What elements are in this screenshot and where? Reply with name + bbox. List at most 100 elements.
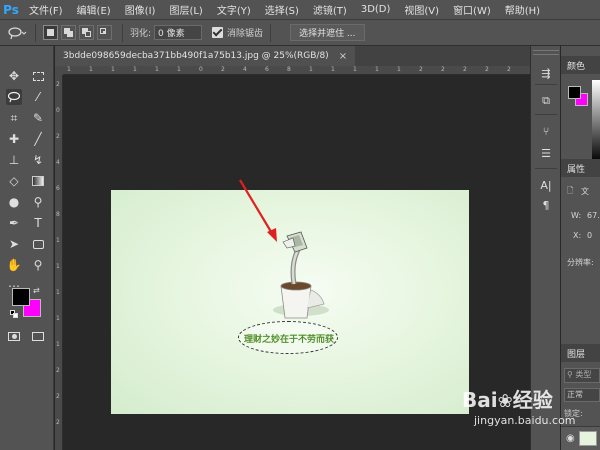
zoom-tool-icon[interactable]: ⚲ [30, 257, 46, 273]
ruler-tick-label: 2 [56, 393, 60, 400]
menu-select[interactable]: 选择(S) [258, 2, 306, 17]
magic-wand-tool-icon[interactable]: ⁄ [30, 89, 46, 105]
ruler-tick-label: 2 [507, 66, 511, 73]
history-panel-icon[interactable]: ⇶ [539, 66, 553, 80]
dodge-tool-icon[interactable]: ⚲ [30, 194, 46, 210]
menu-3d[interactable]: 3D(D) [354, 4, 398, 15]
eraser-tool-icon[interactable]: ◇ [6, 173, 22, 189]
ruler-tick-label: 1 [56, 237, 60, 244]
crop-tool-icon[interactable]: ⌗ [6, 110, 22, 126]
baidu-logo-suffix: 经验 [512, 388, 553, 412]
ruler-tick-label: 1 [177, 66, 181, 73]
menu-edit[interactable]: 编辑(E) [70, 2, 118, 17]
menu-layer[interactable]: 图层(L) [162, 2, 209, 17]
ruler-corner [55, 66, 63, 75]
ruler-tick-label: 1 [67, 66, 71, 73]
lasso-preset-icon[interactable] [6, 24, 28, 42]
layer-filter-input[interactable]: ⚲ 类型 [564, 368, 600, 383]
prop-w-value[interactable]: 67. [587, 211, 600, 220]
marquee-tool-icon[interactable] [30, 68, 46, 84]
red-annotation-arrow [239, 179, 277, 242]
ruler-tick-label: 1 [56, 289, 60, 296]
ruler-tick-label: 6 [56, 185, 60, 192]
ruler-tick-label: 8 [56, 211, 60, 218]
ruler-tick-label: 1 [375, 66, 379, 73]
brush-tool-icon[interactable]: ╱ [30, 131, 46, 147]
swap-colors-icon[interactable]: ⇄ [33, 286, 40, 295]
screen-mode-icon[interactable] [30, 328, 46, 344]
ruler-tick-label: 1 [56, 315, 60, 322]
history-brush-tool-icon[interactable]: ↯ [30, 152, 46, 168]
strip-separator [535, 168, 557, 169]
clone-stamp-tool-icon[interactable]: ⊥ [6, 152, 22, 168]
character-panel-icon[interactable]: A| [539, 178, 553, 192]
add-to-selection-icon[interactable] [61, 25, 76, 40]
ruler-tick-label: 1 [111, 66, 115, 73]
foreground-color-swatch[interactable] [12, 288, 30, 306]
ruler-tick-label: 1 [155, 66, 159, 73]
move-tool-icon[interactable]: ✥ [6, 68, 22, 84]
tab-properties[interactable]: 属性 [561, 159, 600, 177]
rectangle-tool-icon[interactable] [30, 236, 46, 252]
quick-mask-icon[interactable] [6, 328, 22, 344]
tab-layers[interactable]: 图层 [561, 344, 600, 362]
pen-tool-icon[interactable]: ✒ [6, 215, 22, 231]
eye-icon[interactable]: ◉ [566, 433, 575, 444]
new-selection-icon[interactable] [43, 25, 58, 40]
vertical-ruler: 2 0 2 4 6 8 1 1 1 1 1 2 2 2 [55, 75, 63, 450]
menu-help[interactable]: 帮助(H) [498, 2, 547, 17]
ruler-tick-label: 2 [221, 66, 225, 73]
paragraph-panel-icon[interactable]: ¶ [539, 198, 553, 212]
ruler-tick-label: 8 [287, 66, 291, 73]
options-separator [122, 23, 123, 42]
subtract-from-selection-icon[interactable] [79, 25, 94, 40]
type-tool-icon[interactable]: T [30, 215, 46, 231]
menu-image[interactable]: 图像(I) [118, 2, 163, 17]
ruler-tick-label: 2 [463, 66, 467, 73]
canvas-workspace[interactable]: 理财之妙在于不劳而获 [63, 75, 530, 450]
properties-doc-label: 文 [581, 187, 589, 196]
document-tab[interactable]: 3bdde098659decba371bb490f1a75b13.jpg @ 2… [55, 46, 356, 66]
menu-file[interactable]: 文件(F) [22, 2, 70, 17]
baidu-logo-text: Bai [462, 388, 498, 412]
tool-panel: ✥ ⁄ ⌗ ✎ ✚ ╱ ⊥ ↯ ◇ ● ⚲ ✒ T ➤ ✋ ⚲ ⋯ ⇄ [0, 46, 54, 450]
options-separator [270, 23, 272, 42]
menu-window[interactable]: 窗口(W) [446, 2, 498, 17]
color-panel-foreground-swatch[interactable] [568, 86, 581, 99]
panel-grip[interactable] [533, 50, 559, 55]
antialias-checkbox[interactable] [212, 27, 224, 38]
document-tab-bar: 3bdde098659decba371bb490f1a75b13.jpg @ 2… [55, 46, 530, 66]
menu-view[interactable]: 视图(V) [397, 2, 446, 17]
brush-settings-icon[interactable]: ☰ [539, 146, 553, 160]
ruler-tick-label: 0 [56, 107, 60, 114]
watermark-url: jingyan.baidu.com [474, 414, 576, 427]
color-ramp[interactable] [592, 80, 600, 162]
resolution-label: 分辨率: [567, 258, 594, 267]
default-colors-icon[interactable] [10, 310, 18, 318]
feather-input[interactable]: 0 像素 [154, 25, 203, 40]
adjustment-panel-icon[interactable]: ⧉ [539, 94, 553, 108]
ruler-tick-label: 0 [199, 66, 203, 73]
brush-panel-icon[interactable]: ⑂ [539, 124, 553, 138]
tab-color[interactable]: 颜色 [561, 56, 600, 74]
hand-tool-icon[interactable]: ✋ [6, 257, 22, 273]
paw-icon: ❀ [497, 391, 513, 412]
select-and-mask-button[interactable]: 选择并遮住 ... [290, 24, 365, 41]
ruler-tick-label: 1 [309, 66, 313, 73]
eyedropper-tool-icon[interactable]: ✎ [30, 110, 46, 126]
horizontal-ruler: 1 1 1 1 1 1 0 2 4 6 8 1 1 1 1 1 2 2 2 2 2 [63, 66, 530, 75]
ruler-tick-label: 2 [56, 367, 60, 374]
lasso-tool-icon[interactable] [6, 89, 22, 105]
intersect-selection-icon[interactable] [97, 25, 112, 40]
healing-brush-tool-icon[interactable]: ✚ [6, 131, 22, 147]
blur-tool-icon[interactable]: ● [6, 194, 22, 210]
gradient-tool-icon[interactable] [30, 173, 46, 189]
close-icon[interactable]: × [339, 51, 347, 62]
menu-type[interactable]: 文字(Y) [210, 2, 258, 17]
ruler-tick-label: 1 [133, 66, 137, 73]
menu-filter[interactable]: 滤镜(T) [306, 2, 354, 17]
ruler-tick-label: 2 [56, 419, 60, 426]
prop-x-label: X: [573, 231, 582, 240]
path-selection-tool-icon[interactable]: ➤ [6, 236, 22, 252]
prop-x-value[interactable]: 0 [587, 231, 592, 240]
